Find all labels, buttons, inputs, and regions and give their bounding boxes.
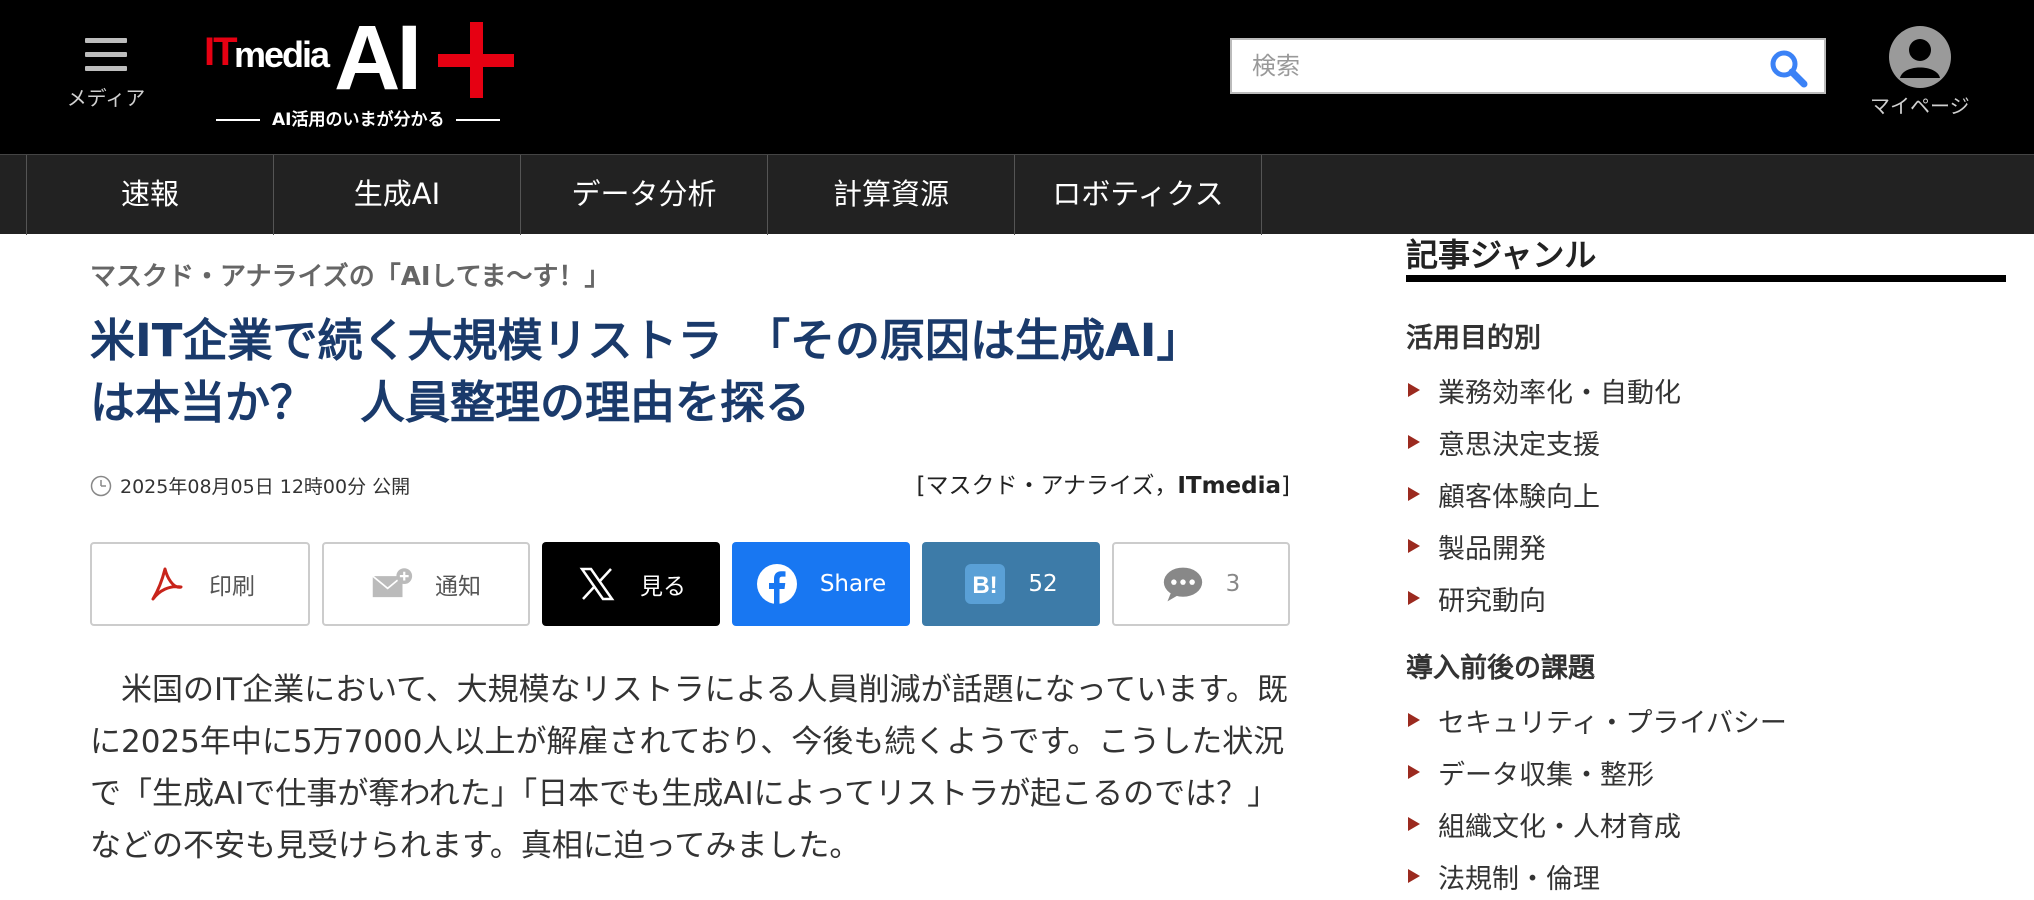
notify-button[interactable]: 通知 [322, 542, 530, 626]
sidebar-item-label: 業務効率化・自動化 [1438, 377, 1681, 409]
facebook-icon [756, 564, 797, 605]
triangle-arrow-icon [1408, 713, 1420, 727]
sidebar-item-label: 意思決定支援 [1438, 429, 1600, 461]
triangle-arrow-icon [1408, 817, 1420, 831]
comment-bubble-icon [1163, 567, 1202, 602]
article-lead: 米国のIT企業において、大規模なリストラによる人員削減が話題になっています。既に… [90, 672, 1289, 864]
byline-org[interactable]: ITmedia [1177, 473, 1281, 499]
sidebar-item-customer-experience[interactable]: 顧客体験向上 [1406, 468, 1681, 520]
triangle-arrow-icon [1408, 435, 1420, 449]
search-icon[interactable] [1768, 48, 1808, 88]
nav-item-generative-ai[interactable]: 生成AI [274, 155, 521, 235]
sidebar-item-label: 製品開発 [1438, 533, 1546, 565]
byline-author[interactable]: [マスクド・アナライズ， [917, 473, 1178, 499]
triangle-arrow-icon [1408, 487, 1420, 501]
logo-media: media [234, 34, 330, 75]
hatena-bookmark-button[interactable]: B! 52 [922, 542, 1100, 626]
sidebar-item-label: 研究動向 [1438, 585, 1546, 617]
sidebar-item-culture[interactable]: 組織文化・人材育成 [1406, 798, 1787, 850]
sidebar-item-label: データ収集・整形 [1438, 759, 1654, 791]
mypage-label: マイページ [1870, 94, 1970, 118]
logo-ai: AI [334, 7, 422, 109]
sidebar-section-title: 導入前後の課題 [1406, 653, 1595, 684]
article-title: 米IT企業で続く大規模リストラ 「その原因は生成AI」 は本当か？ 人員整理の理… [90, 310, 1310, 434]
nav-item-robotics[interactable]: ロボティクス [1015, 155, 1262, 235]
sidebar-item-security[interactable]: セキュリティ・プライバシー [1406, 694, 1787, 746]
notify-label: 通知 [435, 574, 481, 600]
sidebar-item-label: 顧客体験向上 [1438, 481, 1600, 513]
sidebar-item-decision-support[interactable]: 意思決定支援 [1406, 416, 1681, 468]
sidebar-item-product-development[interactable]: 製品開発 [1406, 520, 1681, 572]
mypage-button[interactable]: マイページ [1870, 26, 1970, 119]
hatena-bookmark-icon: B! [965, 564, 1006, 604]
sidebar-item-research[interactable]: 研究動向 [1406, 572, 1681, 624]
triangle-arrow-icon [1408, 869, 1420, 883]
print-button[interactable]: 印刷 [90, 542, 310, 626]
sidebar-list-challenges: セキュリティ・プライバシー データ収集・整形 組織文化・人材育成 法規制・倫理 [1406, 694, 1787, 900]
sidebar-item-data-collection[interactable]: データ収集・整形 [1406, 746, 1787, 798]
search-box [1230, 38, 1826, 94]
logo-plus-icon-vertical [470, 22, 483, 98]
triangle-arrow-icon [1408, 765, 1420, 779]
print-label: 印刷 [209, 574, 255, 600]
nav-item-data-analysis[interactable]: データ分析 [521, 155, 768, 235]
facebook-share-label: Share [819, 571, 887, 597]
hamburger-icon [85, 38, 127, 80]
mail-notify-icon [372, 568, 413, 598]
svg-text:B!: B! [973, 572, 998, 599]
site-logo[interactable]: IT media AI AI活用のいまが分かる [204, 12, 524, 136]
category-nav: 速報 生成AI データ分析 計算資源 ロボティクス [0, 154, 2034, 235]
publish-date: 2025年08月05日 12時00分 公開 [90, 472, 410, 499]
x-logo-icon [579, 567, 615, 601]
byline-close: ] [1281, 473, 1290, 499]
series-label[interactable]: マスクド・アナライズの「AIしてま〜す！」 [90, 256, 610, 293]
media-menu-button[interactable]: メディア [58, 38, 154, 111]
pdf-icon [151, 567, 183, 601]
triangle-arrow-icon [1408, 539, 1420, 553]
x-share-label: 見る [640, 574, 686, 600]
x-share-button[interactable]: 見る [542, 542, 720, 626]
sidebar-item-label: セキュリティ・プライバシー [1438, 707, 1787, 739]
triangle-arrow-icon [1408, 383, 1420, 397]
sidebar-item-label: 組織文化・人材育成 [1438, 811, 1681, 843]
sidebar-section-title: 活用目的別 [1406, 323, 1541, 354]
sidebar-heading: 記事ジャンル [1406, 230, 2006, 282]
byline: [マスクド・アナライズ，ITmedia] [917, 466, 1291, 500]
media-menu-label: メディア [66, 86, 146, 110]
comments-button[interactable]: 3 [1112, 542, 1290, 626]
logo-tagline: AI活用のいまが分かる [204, 105, 510, 130]
sidebar-list-purpose: 業務効率化・自動化 意思決定支援 顧客体験向上 製品開発 研究動向 [1406, 364, 1681, 624]
sidebar-item-regulation[interactable]: 法規制・倫理 [1406, 850, 1787, 900]
article-title-line1: 米IT企業で続く大規模リストラ 「その原因は生成AI」 [90, 314, 1202, 367]
logo-it: IT [204, 30, 238, 74]
publish-date-text: 2025年08月05日 12時00分 公開 [120, 476, 411, 498]
search-input[interactable] [1232, 40, 1752, 92]
site-header: メディア IT media AI AI活用のいまが分かる マイページ [0, 0, 2034, 154]
nav-item-breaking[interactable]: 速報 [27, 155, 274, 235]
comments-count: 3 [1225, 571, 1241, 597]
sidebar-item-efficiency[interactable]: 業務効率化・自動化 [1406, 364, 1681, 416]
sidebar-item-label: 法規制・倫理 [1438, 863, 1600, 895]
article-title-line2: は本当か？ 人員整理の理由を探る [90, 376, 811, 429]
triangle-arrow-icon [1408, 591, 1420, 605]
facebook-share-button[interactable]: Share [732, 542, 910, 626]
clock-icon [90, 475, 112, 496]
hatena-bookmark-count: 52 [1028, 571, 1058, 597]
user-avatar-icon [1888, 26, 1951, 88]
nav-item-compute[interactable]: 計算資源 [768, 155, 1015, 235]
